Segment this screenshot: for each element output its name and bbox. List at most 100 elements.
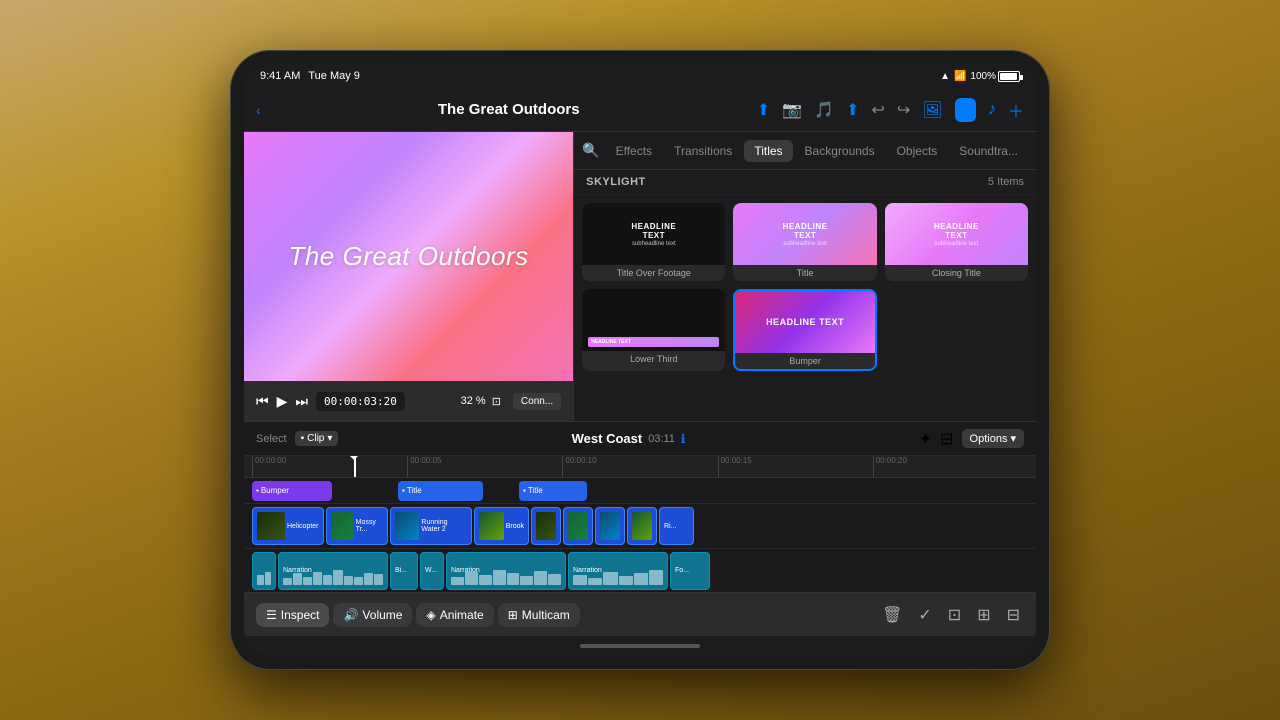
title-card-closing[interactable]: HEADLINETEXT subheadline text Closing Ti… bbox=[885, 203, 1028, 281]
clip5-thumb bbox=[536, 512, 556, 540]
video-clip-helicopter[interactable]: Helicopter bbox=[252, 507, 324, 545]
options-button[interactable]: Options ▾ bbox=[962, 429, 1024, 448]
voiceover-icon[interactable]: 🎵 bbox=[814, 100, 834, 120]
tab-objects[interactable]: Objects bbox=[887, 140, 948, 162]
title-clip-title-2[interactable]: ▪ Title bbox=[519, 481, 587, 501]
video-clip-8[interactable] bbox=[627, 507, 657, 545]
animate-button[interactable]: ◈ Animate bbox=[416, 603, 493, 627]
more-icon[interactable]: ⊟ bbox=[1003, 601, 1024, 629]
camera-icon[interactable]: 📷 bbox=[782, 100, 802, 120]
crop-icon[interactable]: ⊡ bbox=[944, 601, 965, 629]
video-preview: The Great Outdoors bbox=[244, 132, 573, 381]
video-clip-6[interactable] bbox=[563, 507, 593, 545]
tab-backgrounds[interactable]: Backgrounds bbox=[795, 140, 885, 162]
narration2-label: Narration bbox=[451, 567, 480, 574]
bi-label: Bi... bbox=[395, 567, 407, 574]
tab-soundtracks[interactable]: Soundtra... bbox=[949, 140, 1028, 162]
video-clip-ri[interactable]: Ri... bbox=[659, 507, 694, 545]
animate-icon: ◈ bbox=[426, 608, 435, 622]
audio-clip-small-1[interactable] bbox=[252, 552, 276, 590]
options-label: Options bbox=[970, 433, 1008, 445]
upload-icon[interactable]: ⬆ bbox=[757, 100, 770, 120]
title-card-lower-third[interactable]: HEADLINE TEXT Lower Third bbox=[582, 289, 725, 371]
volume-button[interactable]: 🔊 Volume bbox=[333, 603, 412, 627]
title2-clip-icon: ▪ bbox=[523, 486, 526, 495]
tabs-bar: 🔍 Effects Transitions Titles Backgrounds… bbox=[574, 132, 1036, 170]
fast-forward-button[interactable]: ⏭ bbox=[295, 393, 308, 410]
timeline-area: Select ▪ Clip ▾ West Coast 03:11 ℹ ✦ ⊟ O… bbox=[244, 421, 1036, 636]
delete-icon[interactable]: 🗑 bbox=[878, 601, 906, 629]
share-icon[interactable]: ⬆ bbox=[846, 100, 859, 120]
title-card-preview-lower-third: HEADLINE TEXT bbox=[582, 289, 725, 351]
video-clip-running-water[interactable]: Running Water 2 bbox=[390, 507, 472, 545]
status-right: ▲ 📶 100% bbox=[940, 71, 1020, 82]
title-grid: HEADLINETEXT subheadline text Title Over… bbox=[574, 195, 1036, 379]
title-clip-title-1[interactable]: ▪ Title bbox=[398, 481, 483, 501]
fo-label: Fo... bbox=[675, 567, 689, 574]
volume-label: Volume bbox=[362, 608, 402, 622]
tab-titles[interactable]: Titles bbox=[744, 140, 792, 162]
audio-clip-w[interactable]: W... bbox=[420, 552, 444, 590]
battery-percent: 100% bbox=[970, 71, 996, 82]
photos-icon[interactable]: 🖼 bbox=[922, 100, 942, 120]
video-clip-5[interactable] bbox=[531, 507, 561, 545]
inspect-button[interactable]: ☰ Inspect bbox=[256, 603, 329, 627]
lower-third-text: HEADLINE TEXT bbox=[591, 339, 631, 345]
title-card-preview-title: HEADLINETEXT subheadline text bbox=[733, 203, 876, 265]
status-bar: 9:41 AM Tue May 9 ▲ 📶 100% bbox=[244, 64, 1036, 88]
title-card-bumper[interactable]: HEADLINE TEXT Bumper bbox=[733, 289, 876, 371]
info-icon[interactable]: ℹ bbox=[681, 432, 686, 446]
back-button[interactable]: ‹ bbox=[256, 102, 261, 118]
audio-clip-narration-2[interactable]: Narration bbox=[446, 552, 566, 590]
status-left: 9:41 AM Tue May 9 bbox=[260, 70, 360, 82]
audio-clip-bi[interactable]: Bi... bbox=[390, 552, 418, 590]
title-card-over-footage[interactable]: HEADLINETEXT subheadline text Title Over… bbox=[582, 203, 725, 281]
undo-icon[interactable]: ↩ bbox=[871, 100, 884, 120]
title-card-label-5: Bumper bbox=[735, 353, 874, 369]
audio-clip-narration-3[interactable]: Narration bbox=[568, 552, 668, 590]
connect-button[interactable]: Conn... bbox=[513, 393, 561, 410]
timeline-ruler: 00:00:00 00:00:05 00:00:10 00:00:15 00:0… bbox=[244, 456, 1036, 478]
title-card-title[interactable]: HEADLINETEXT subheadline text Title bbox=[733, 203, 876, 281]
title-card-label-4: Lower Third bbox=[582, 351, 725, 367]
audio-clip-fo[interactable]: Fo... bbox=[670, 552, 710, 590]
brook-label: Brook bbox=[506, 523, 524, 530]
ruler-mark-0: 00:00:00 bbox=[252, 456, 407, 478]
zoom-fit-icon[interactable]: ⊟ bbox=[940, 429, 953, 449]
audio-clip-narration-1[interactable]: Narration bbox=[278, 552, 388, 590]
add-icon[interactable]: ＋ bbox=[1008, 98, 1024, 122]
status-time: 9:41 AM bbox=[260, 70, 300, 82]
clip-icon: ▪ bbox=[301, 433, 305, 444]
playback-controls: ⏮ ▶ ⏭ 00:00:03:20 32 % ⊡ Conn... bbox=[244, 381, 573, 421]
ri-label: Ri... bbox=[664, 523, 676, 530]
project-info: West Coast 03:11 ℹ bbox=[346, 431, 910, 446]
redo-icon[interactable]: ↪ bbox=[897, 100, 910, 120]
clip7-thumb bbox=[600, 512, 620, 540]
checkmark-icon[interactable]: ✓ bbox=[914, 601, 935, 629]
battery-bar bbox=[998, 71, 1020, 82]
tab-transitions[interactable]: Transitions bbox=[664, 140, 742, 162]
title-card-preview-closing: HEADLINETEXT subheadline text bbox=[885, 203, 1028, 265]
multicam-button[interactable]: ⊞ Multicam bbox=[498, 603, 580, 627]
playhead[interactable] bbox=[354, 456, 356, 477]
play-button[interactable]: ▶ bbox=[277, 393, 288, 410]
nav-icons: ⬆ 📷 🎵 ⬆ ↩ ↪ 🖼 ⊞ ♪ ＋ bbox=[757, 98, 1024, 122]
rewind-button[interactable]: ⏮ bbox=[256, 393, 269, 410]
battery-fill bbox=[1000, 73, 1017, 80]
search-icon[interactable]: 🔍 bbox=[582, 142, 599, 159]
narration1-label: Narration bbox=[283, 567, 312, 574]
title-clip-bumper[interactable]: ▪ Bumper bbox=[252, 481, 332, 501]
video-clip-7[interactable] bbox=[595, 507, 625, 545]
tab-effects[interactable]: Effects bbox=[606, 140, 662, 162]
magnet-icon[interactable]: ✦ bbox=[919, 429, 932, 449]
animate-label: Animate bbox=[440, 608, 484, 622]
home-indicator bbox=[244, 636, 1036, 656]
bumper-headline-text: HEADLINE TEXT bbox=[766, 317, 844, 327]
video-clip-brook[interactable]: Brook bbox=[474, 507, 529, 545]
video-clip-mossy[interactable]: Mossy Tr... bbox=[326, 507, 388, 545]
media-browser-icon[interactable]: ⊞ bbox=[955, 98, 976, 122]
waveform-1 bbox=[257, 569, 271, 585]
ruler-mark-2: 00:00:10 bbox=[562, 456, 717, 478]
grid-icon[interactable]: ⊞ bbox=[973, 601, 994, 629]
audio-icon[interactable]: ♪ bbox=[988, 101, 996, 119]
